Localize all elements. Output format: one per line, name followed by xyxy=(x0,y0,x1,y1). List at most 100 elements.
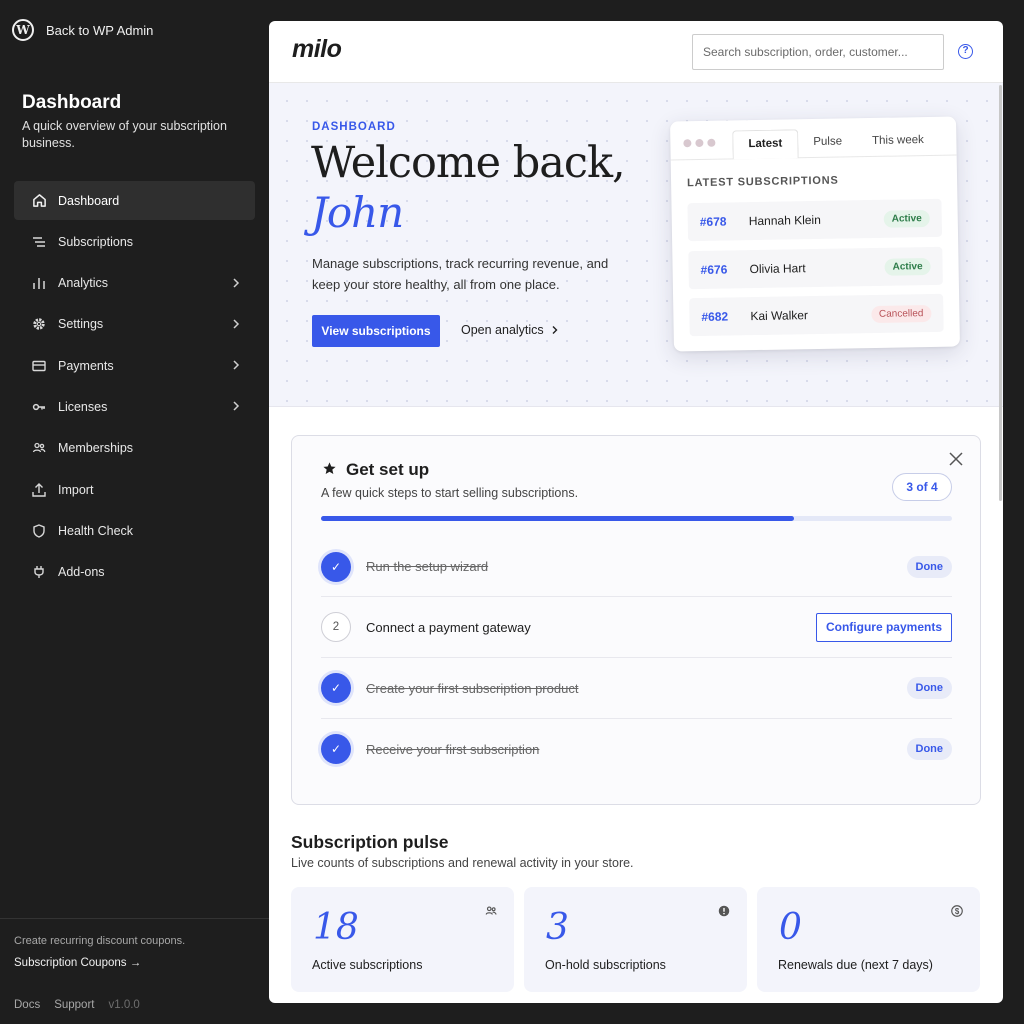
step-label: Create your first subscription product xyxy=(366,680,579,696)
step-label: Receive your first subscription xyxy=(366,741,540,757)
setup-subtitle: A few quick steps to start selling subsc… xyxy=(321,486,579,500)
stat-value: 0 xyxy=(779,907,802,948)
sidebar-item-import[interactable]: Import xyxy=(14,470,255,509)
step-label: Run the setup wizard xyxy=(366,559,489,574)
support-link[interactable]: Support xyxy=(54,999,94,1011)
gear-icon xyxy=(31,316,47,332)
chevron-right-icon xyxy=(233,278,240,288)
hero-section: DASHBOARD Welcome back, John Manage subs… xyxy=(269,83,1003,407)
bar-chart-icon xyxy=(31,275,47,291)
search-input[interactable] xyxy=(692,34,944,70)
done-badge: Done xyxy=(906,738,952,760)
people-icon xyxy=(485,906,497,915)
sidebar-item-label: Analytics xyxy=(58,276,109,291)
sidebar-item-label: Health Check xyxy=(58,523,134,538)
hero-eyebrow: DASHBOARD xyxy=(312,121,396,133)
window-dot xyxy=(683,139,692,148)
pulse-subtitle: Live counts of subscriptions and renewal… xyxy=(291,856,634,870)
help-circle-icon[interactable]: ? xyxy=(958,44,973,59)
subscription-id: #678 xyxy=(699,214,727,230)
tab-pulse[interactable]: Pulse xyxy=(798,128,857,158)
stat-card-on-hold: 3 On-hold subscriptions xyxy=(524,887,747,992)
wordpress-logo-icon: W xyxy=(12,19,34,41)
sidebar-item-settings[interactable]: Settings xyxy=(14,305,255,344)
sidebar-subtitle: A quick overview of your subscription bu… xyxy=(22,119,227,150)
sidebar-item-label: Memberships xyxy=(58,441,134,456)
tab-this-week[interactable]: This week xyxy=(857,127,939,157)
subscription-row[interactable]: #682 Kai Walker Cancelled xyxy=(689,293,944,337)
list-icon xyxy=(31,234,47,250)
setup-step: ✓ Receive your first subscription Done xyxy=(321,718,952,779)
chevron-right-icon xyxy=(233,319,240,329)
check-icon: ✓ xyxy=(321,551,351,582)
sidebar: W Back to WP Admin Dashboard A quick ove… xyxy=(0,0,269,1024)
tab-latest[interactable]: Latest xyxy=(732,129,799,160)
view-subscriptions-button[interactable]: View subscriptions xyxy=(312,315,440,347)
stat-label: Active subscriptions xyxy=(312,958,423,972)
status-badge: Cancelled xyxy=(870,304,932,323)
done-badge: Done xyxy=(906,677,952,699)
stat-label: Renewals due (next 7 days) xyxy=(778,958,933,972)
chevron-right-icon xyxy=(233,401,240,412)
welcome-heading: Welcome back, xyxy=(311,138,626,188)
upload-icon xyxy=(31,482,47,498)
customer-name: Hannah Klein xyxy=(748,212,821,229)
progress-count-badge: 3 of 4 xyxy=(892,473,952,501)
sidebar-item-memberships[interactable]: Memberships xyxy=(14,429,255,468)
window-dot xyxy=(695,138,704,148)
customer-name: Kai Walker xyxy=(750,308,809,324)
close-icon[interactable] xyxy=(947,450,965,468)
docs-link[interactable]: Docs xyxy=(14,999,40,1011)
sidebar-item-label: Licenses xyxy=(58,399,108,414)
stat-label: On-hold subscriptions xyxy=(545,958,666,972)
subscription-coupons-link[interactable]: Subscription Coupons → xyxy=(14,957,141,969)
configure-payments-button[interactable]: Configure payments xyxy=(815,612,952,642)
chevron-right-icon xyxy=(552,326,558,334)
stat-value: 18 xyxy=(313,907,359,948)
milo-logo: milo xyxy=(292,35,342,63)
alert-icon xyxy=(718,905,730,917)
user-name: John xyxy=(311,188,404,237)
sidebar-divider xyxy=(0,918,269,919)
subscription-row[interactable]: #678 Hannah Klein Active xyxy=(687,198,943,242)
sidebar-item-licenses[interactable]: Licenses xyxy=(14,387,255,426)
customer-name: Olivia Hart xyxy=(749,261,806,277)
subscription-id: #682 xyxy=(701,309,729,324)
back-to-wp-admin-link[interactable]: W Back to WP Admin xyxy=(12,19,153,41)
sidebar-item-subscriptions[interactable]: Subscriptions xyxy=(14,222,255,261)
dollar-icon: $ xyxy=(951,905,963,917)
status-badge: Active xyxy=(883,209,930,228)
top-bar: milo ? xyxy=(269,21,1003,83)
card-title: LATEST SUBSCRIPTIONS xyxy=(686,174,839,190)
key-icon xyxy=(31,399,47,415)
setup-progress-bar xyxy=(321,516,952,521)
back-label: Back to WP Admin xyxy=(46,22,154,38)
sidebar-item-analytics[interactable]: Analytics xyxy=(14,264,255,303)
sidebar-item-label: Add-ons xyxy=(58,565,105,580)
sidebar-item-dashboard[interactable]: Dashboard xyxy=(14,181,255,220)
setup-step: ✓ Create your first subscription product… xyxy=(321,657,952,718)
credit-card-icon xyxy=(31,358,47,374)
sidebar-item-label: Subscriptions xyxy=(58,234,134,249)
setup-title: Get set up xyxy=(346,460,430,479)
sidebar-item-payments[interactable]: Payments xyxy=(14,346,255,385)
step-label: Connect a payment gateway xyxy=(366,619,531,635)
setup-step: 2 Connect a payment gateway Configure pa… xyxy=(321,596,952,657)
open-analytics-link[interactable]: Open analytics xyxy=(461,323,560,337)
setup-checklist: Get set up A few quick steps to start se… xyxy=(291,435,981,805)
plug-icon xyxy=(31,564,47,580)
home-icon xyxy=(31,193,47,209)
scrollbar[interactable] xyxy=(999,85,1002,501)
sidebar-nav: Dashboard Subscriptions Analytics Settin… xyxy=(14,181,255,594)
check-icon: ✓ xyxy=(321,734,351,764)
sidebar-item-health-check[interactable]: Health Check xyxy=(14,511,255,550)
sidebar-item-label: Import xyxy=(58,482,94,497)
subscription-id: #676 xyxy=(700,262,728,278)
done-badge: Done xyxy=(906,555,952,578)
sidebar-item-add-ons[interactable]: Add-ons xyxy=(14,553,255,592)
window-dots xyxy=(683,138,716,148)
setup-step: ✓ Run the setup wizard Done xyxy=(321,536,952,597)
pulse-title: Subscription pulse xyxy=(291,832,449,852)
subscription-row[interactable]: #676 Olivia Hart Active xyxy=(688,246,943,290)
sidebar-title: Dashboard xyxy=(22,92,122,113)
